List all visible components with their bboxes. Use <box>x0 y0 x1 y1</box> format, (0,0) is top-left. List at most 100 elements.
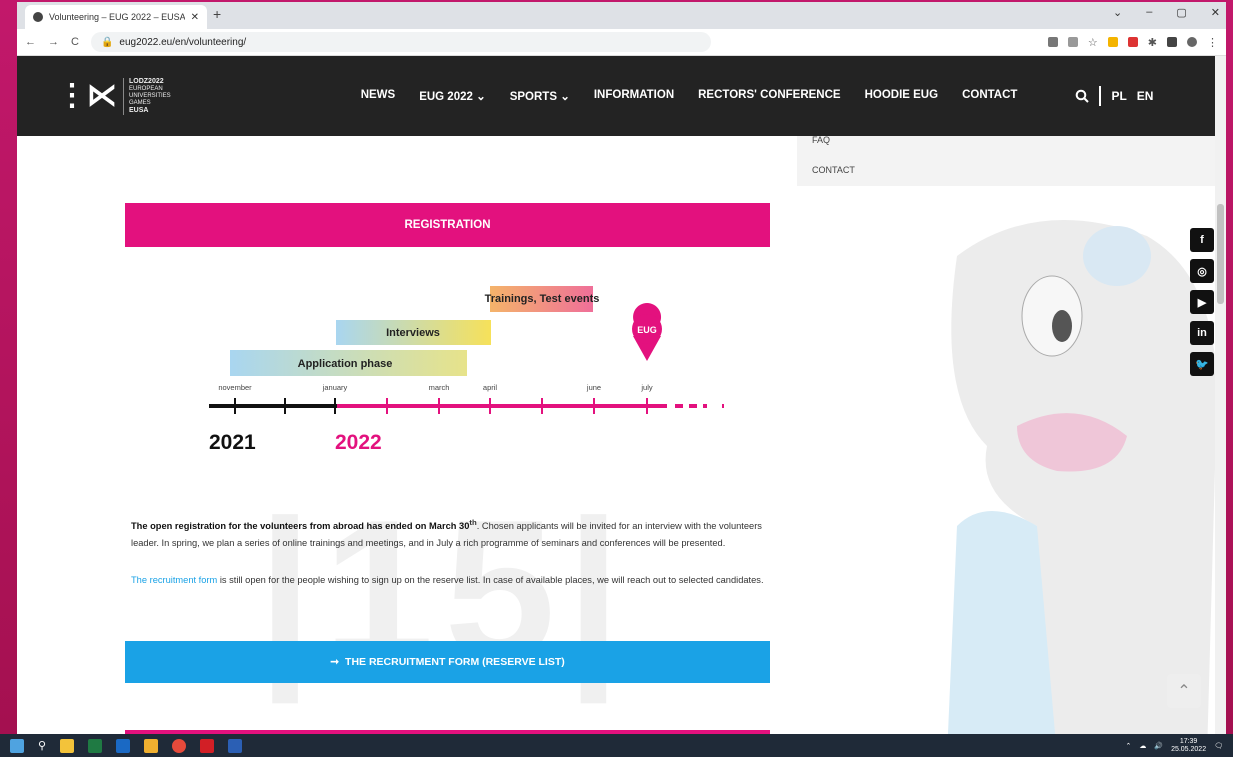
window-controls: ⌄ – ▢ ✕ <box>1113 6 1220 19</box>
windows-taskbar: ⚲ ⌃ ☁ 🔊 17:39 25.05.2022 🗨 <box>0 734 1233 757</box>
logo-line: GAMES <box>129 99 151 106</box>
clock[interactable]: 17:39 25.05.2022 <box>1171 738 1206 754</box>
puzzle-icon[interactable]: ✱ <box>1148 36 1157 49</box>
nav-news[interactable]: NEWS <box>361 89 396 103</box>
lock-icon: 🔒 <box>100 36 114 48</box>
month-label: june <box>586 383 601 392</box>
month-label: november <box>218 383 252 392</box>
acrobat-icon[interactable] <box>200 738 215 753</box>
minimize-icon[interactable]: – <box>1146 6 1152 19</box>
interviews-phase-label: Interviews <box>386 327 440 339</box>
profile-avatar[interactable] <box>1187 37 1197 47</box>
reserve-list-paragraph: The recruitment form is still open for t… <box>131 572 771 589</box>
back-icon[interactable]: ← <box>25 36 36 48</box>
close-window-icon[interactable]: ✕ <box>1211 6 1220 19</box>
month-label: march <box>429 383 450 392</box>
logo-text: LODZ2022 EUROPEAN UNIVERSITIES GAMES EUS… <box>123 77 171 115</box>
sidepanel-icon[interactable] <box>1167 37 1177 47</box>
month-label: april <box>483 383 498 392</box>
browser-tab[interactable]: Volunteering – EUG 2022 – EUSA ✕ <box>25 5 207 29</box>
notifications-icon[interactable]: 🗨 <box>1214 742 1223 750</box>
nav-eug-2022[interactable]: EUG 2022 ⌄ <box>419 89 486 103</box>
address-bar[interactable]: 🔒 eug2022.eu/en/volunteering/ <box>90 32 711 52</box>
nav-information[interactable]: INFORMATION <box>594 89 674 103</box>
tab-close-icon[interactable]: ✕ <box>191 12 199 23</box>
new-tab-button[interactable]: + <box>213 6 221 22</box>
registration-timeline: Trainings, Test events Interviews Applic… <box>209 286 727 454</box>
facebook-icon[interactable]: f <box>1190 228 1214 252</box>
twitter-icon[interactable]: 🐦 <box>1190 352 1214 376</box>
tab-strip: Volunteering – EUG 2022 – EUSA ✕ + ⌄ – ▢… <box>17 2 1226 29</box>
page-scrollbar[interactable] <box>1215 56 1226 734</box>
clock-date: 25.05.2022 <box>1171 745 1207 753</box>
registration-banner: REGISTRATION <box>125 203 770 247</box>
outlook-icon[interactable] <box>116 738 131 753</box>
tab-search-icon[interactable]: ⌄ <box>1113 6 1122 19</box>
network-icon[interactable]: ☁ <box>1139 742 1146 750</box>
file-explorer-icon[interactable] <box>60 738 75 753</box>
mascot-unicorn-illustration <box>947 220 1215 734</box>
social-links: f ◎ ▶ in 🐦 <box>1190 228 1214 376</box>
lang-pl-link[interactable]: PL <box>1111 89 1126 103</box>
excel-icon[interactable] <box>88 738 103 753</box>
logo-line: LODZ2022 <box>129 77 164 85</box>
month-label: january <box>322 383 348 392</box>
month-label: july <box>640 383 653 392</box>
lang-en-link[interactable]: EN <box>1137 89 1154 103</box>
clock-time: 17:39 <box>1179 737 1198 745</box>
superscript-th: th <box>469 518 477 527</box>
address-toolbar: ← → C 🔒 eug2022.eu/en/volunteering/ ☆ ✱ … <box>17 29 1226 56</box>
nav-hoodie-eug[interactable]: HOODIE EUG <box>865 89 938 103</box>
nav-contact[interactable]: CONTACT <box>962 89 1017 103</box>
browser-window: Volunteering – EUG 2022 – EUSA ✕ + ⌄ – ▢… <box>17 2 1226 734</box>
registration-info-paragraph: The open registration for the volunteers… <box>131 514 771 552</box>
scroll-to-top-button[interactable]: ⌃ <box>1167 674 1201 708</box>
submenu-item-faq[interactable]: FAQ <box>797 136 1215 150</box>
search-icon[interactable] <box>1075 89 1090 103</box>
arrow-right-icon: ➞ <box>330 656 340 668</box>
header-divider <box>1099 86 1102 106</box>
bookmark-star-icon[interactable]: ☆ <box>1088 36 1098 49</box>
forward-icon[interactable]: → <box>48 36 59 48</box>
maximize-icon[interactable]: ▢ <box>1176 6 1186 19</box>
word-icon[interactable] <box>228 738 243 753</box>
youtube-icon[interactable]: ▶ <box>1190 290 1214 314</box>
instagram-icon[interactable]: ◎ <box>1190 259 1214 283</box>
year-2022-label: 2022 <box>335 431 382 454</box>
logo-brand: EUSA <box>129 106 149 114</box>
translate-icon[interactable] <box>1047 37 1058 47</box>
scrollbar-thumb[interactable] <box>1217 204 1224 304</box>
registration-ended-text: The open registration for the volunteers… <box>131 521 470 532</box>
recruitment-form-link[interactable]: The recruitment form <box>131 575 217 585</box>
url-text: eug2022.eu/en/volunteering/ <box>119 36 247 48</box>
trainings-phase-label: Trainings, Test events <box>485 293 600 305</box>
application-phase-label: Application phase <box>298 358 393 370</box>
submenu-item-contact[interactable]: CONTACT <box>797 150 1215 190</box>
share-icon[interactable] <box>1067 37 1078 47</box>
folder-icon[interactable] <box>144 738 159 753</box>
page-content: FAQ CONTACT |15| REGISTRATION Trainings,… <box>17 136 1215 734</box>
volume-icon[interactable]: 🔊 <box>1154 742 1163 750</box>
extensions-area: ☆ ✱ ⋮ <box>1047 36 1218 49</box>
site-logo[interactable]: ⋮⋉ LODZ2022 EUROPEAN UNIVERSITIES GAMES … <box>57 77 171 115</box>
nav-sports[interactable]: SPORTS ⌄ <box>510 89 570 103</box>
main-nav: NEWS EUG 2022 ⌄ SPORTS ⌄ INFORMATION REC… <box>361 89 1018 103</box>
windows-start-icon[interactable] <box>10 738 24 753</box>
system-tray: ⌃ ☁ 🔊 17:39 25.05.2022 🗨 <box>1125 738 1223 754</box>
nav-rectors-conference[interactable]: RECTORS' CONFERENCE <box>698 89 840 103</box>
menu-kebab-icon[interactable]: ⋮ <box>1207 36 1218 49</box>
drive-icon[interactable] <box>1107 37 1118 47</box>
recruitment-form-button[interactable]: ➞ THE RECRUITMENT FORM (RESERVE LIST) <box>125 641 770 683</box>
header-tools: PL EN <box>1075 86 1153 106</box>
recruitment-form-button-label: THE RECRUITMENT FORM (RESERVE LIST) <box>345 656 565 668</box>
tray-app-icon[interactable]: ⌃ <box>1125 742 1131 750</box>
eug-marker-label: EUG <box>637 325 657 335</box>
chrome-icon[interactable] <box>172 738 187 753</box>
reload-icon[interactable]: C <box>71 36 79 48</box>
linkedin-icon[interactable]: in <box>1190 321 1214 345</box>
extension-icon[interactable] <box>1127 37 1138 47</box>
reserve-list-text: is still open for the people wishing to … <box>217 575 764 585</box>
year-2021-label: 2021 <box>209 431 256 454</box>
search-taskbar-icon[interactable]: ⚲ <box>38 739 46 752</box>
submenu-dropdown: FAQ CONTACT <box>797 136 1215 186</box>
